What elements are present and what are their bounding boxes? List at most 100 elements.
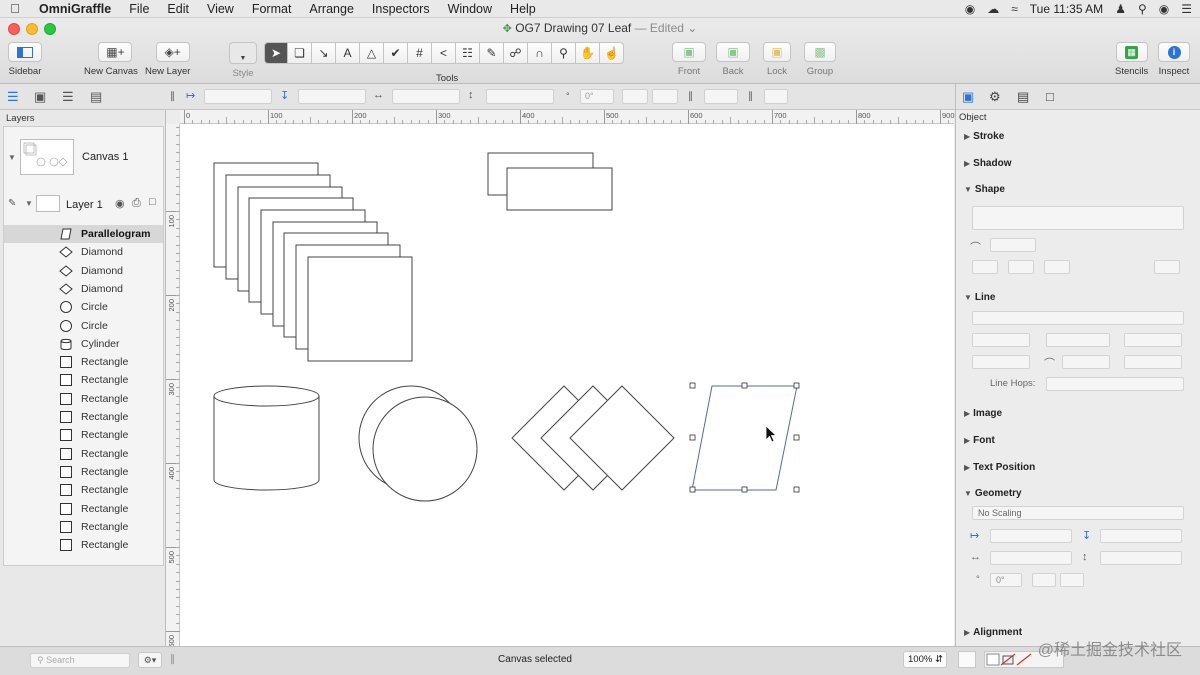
height-field[interactable] — [486, 89, 554, 104]
shape-section[interactable]: ▼ Shape — [964, 184, 1005, 195]
selection-tool-icon[interactable]: ➤ — [264, 42, 288, 64]
canvas-name[interactable]: Canvas 1 — [82, 151, 128, 163]
sidebar-icon[interactable] — [8, 42, 42, 62]
object-row-diamond[interactable]: Diamond — [4, 280, 163, 298]
object-row-rect[interactable]: Rectangle — [4, 371, 163, 389]
disclosure-triangle-icon[interactable]: ▼ — [964, 489, 972, 498]
send-back-icon[interactable]: ▣ — [716, 42, 750, 62]
menu-edit[interactable]: Edit — [158, 2, 198, 16]
menu-inspectors[interactable]: Inspectors — [363, 2, 439, 16]
shape-action-button[interactable] — [1044, 260, 1070, 274]
text-tool-icon[interactable]: A — [336, 42, 360, 64]
line-width-field[interactable] — [972, 355, 1030, 369]
style-brush-icon[interactable]: ✎ — [480, 42, 504, 64]
lock-button[interactable]: ▣ Lock — [763, 42, 791, 77]
diagram-tool-icon[interactable]: < — [432, 42, 456, 64]
object-row-rect[interactable]: Rectangle — [4, 408, 163, 426]
connector-tool-icon[interactable]: ☍ — [504, 42, 528, 64]
object-row-rect[interactable]: Rectangle — [4, 463, 163, 481]
font-section[interactable]: ▶ Font — [964, 435, 995, 446]
info-icon[interactable]: i — [1158, 42, 1190, 62]
shape-action-button[interactable] — [972, 260, 998, 274]
menu-clock[interactable]: Tue 11:35 AM — [1030, 2, 1103, 16]
style-button[interactable]: ▼ Style — [229, 42, 257, 79]
layers-tab-icon[interactable]: ☰ — [7, 89, 19, 105]
user-icon[interactable]: ♟ — [1115, 2, 1126, 16]
object-row-rect[interactable]: Rectangle — [4, 390, 163, 408]
geometry-y-field[interactable] — [1100, 529, 1182, 543]
spotlight-search-icon[interactable]: ⚲ — [1138, 2, 1147, 16]
cylinder-shape[interactable] — [213, 396, 320, 491]
x-position-field[interactable] — [204, 89, 272, 104]
object-row-rect[interactable]: Rectangle — [4, 536, 163, 554]
disclosure-triangle-icon[interactable]: ▼ — [964, 293, 972, 302]
rectangle-shape[interactable] — [307, 256, 413, 362]
object-row-rect[interactable]: Rectangle — [4, 426, 163, 444]
text-position-section[interactable]: ▶ Text Position — [964, 462, 1035, 473]
browse-tool-icon[interactable]: ☝ — [600, 42, 624, 64]
shape-action-button[interactable] — [1154, 260, 1180, 274]
chevron-down-icon[interactable]: ⌄ — [687, 21, 697, 35]
alignment-dropdown[interactable] — [704, 89, 738, 104]
disclosure-triangle-icon[interactable]: ▼ — [25, 199, 33, 208]
object-row-rect[interactable]: Rectangle — [4, 445, 163, 463]
apple-menu-icon[interactable]:  — [0, 1, 30, 16]
visibility-eye-icon[interactable]: ◉ — [115, 197, 125, 210]
geometry-rotation-field[interactable]: 0° — [990, 573, 1022, 587]
parallelogram-shape[interactable] — [691, 385, 798, 491]
geometry-height-field[interactable] — [1100, 551, 1182, 565]
drag-handle-icon[interactable]: ∥ — [170, 91, 175, 102]
menu-window[interactable]: Window — [439, 2, 501, 16]
flip-vertical-button[interactable] — [652, 89, 678, 104]
disclosure-triangle-icon[interactable]: ▼ — [964, 185, 972, 194]
object-row-circle[interactable]: Circle — [4, 317, 163, 335]
hand-tool-icon[interactable]: ✋ — [576, 42, 600, 64]
disclosure-triangle-icon[interactable]: ▶ — [964, 463, 970, 472]
circle-shape[interactable] — [372, 396, 478, 502]
unlock-icon[interactable]: □ — [149, 196, 156, 208]
line-hops-dropdown[interactable] — [1046, 377, 1184, 391]
disclosure-triangle-icon[interactable]: ▶ — [964, 132, 970, 141]
gear-icon[interactable]: ⚙▾ — [138, 652, 162, 668]
new-layer-button[interactable]: ◈+ New Layer — [145, 42, 190, 77]
object-row-circle[interactable]: Circle — [4, 298, 163, 316]
layers-search-input[interactable]: ⚲ Search — [30, 653, 130, 668]
menu-app[interactable]: OmniGraffle — [30, 2, 120, 16]
outline-list-icon[interactable]: ☰ — [62, 89, 74, 105]
object-inspector-icon[interactable]: ▣ — [962, 89, 974, 105]
group-button[interactable]: ▩ Group — [804, 42, 836, 77]
style-field[interactable] — [764, 89, 788, 104]
object-row-rect[interactable]: Rectangle — [4, 518, 163, 536]
gear-icon[interactable]: ⚙ — [989, 89, 1001, 105]
zoom-dropdown[interactable]: 100% ⇵ — [903, 651, 947, 668]
geometry-section[interactable]: ▼ Geometry — [964, 488, 1022, 499]
shape-action-button[interactable] — [1008, 260, 1034, 274]
shape-tool-icon[interactable]: ❏ — [288, 42, 312, 64]
object-row-rect[interactable]: Rectangle — [4, 500, 163, 518]
object-row-rect[interactable]: Rectangle — [4, 481, 163, 499]
menu-view[interactable]: View — [198, 2, 243, 16]
menu-help[interactable]: Help — [501, 2, 545, 16]
layer-row[interactable]: ✎ ▼ Layer 1 ◉ ⎙ □ — [4, 195, 163, 215]
line-end-width-field[interactable] — [1124, 355, 1182, 369]
fill-swatch[interactable] — [958, 651, 976, 668]
line-type-dropdown[interactable] — [972, 311, 1184, 325]
wifi-icon[interactable]: ≈ — [1011, 2, 1018, 16]
stroke-section[interactable]: ▶ Stroke — [964, 131, 1004, 142]
line-end-dropdown[interactable] — [1124, 333, 1182, 347]
corner-radius-field[interactable] — [990, 238, 1036, 252]
width-field[interactable] — [392, 89, 460, 104]
drag-handle-icon[interactable]: ∥ — [748, 91, 753, 102]
selection-list-icon[interactable]: ▤ — [90, 89, 102, 105]
disclosure-triangle-icon[interactable]: ▶ — [964, 628, 970, 637]
printer-icon[interactable]: ⎙ — [132, 197, 141, 210]
style-swatch[interactable]: ▼ — [229, 42, 257, 64]
image-section[interactable]: ▶ Image — [964, 408, 1002, 419]
line-section[interactable]: ▼ Line — [964, 292, 995, 303]
pencil-icon[interactable]: ✎ — [8, 198, 16, 209]
line-start-dropdown[interactable] — [972, 333, 1030, 347]
pen-tool-icon[interactable]: △ — [360, 42, 384, 64]
drag-handle-icon[interactable]: ∥ — [688, 91, 693, 102]
menu-file[interactable]: File — [120, 2, 158, 16]
rectangle-shape[interactable] — [506, 167, 613, 211]
